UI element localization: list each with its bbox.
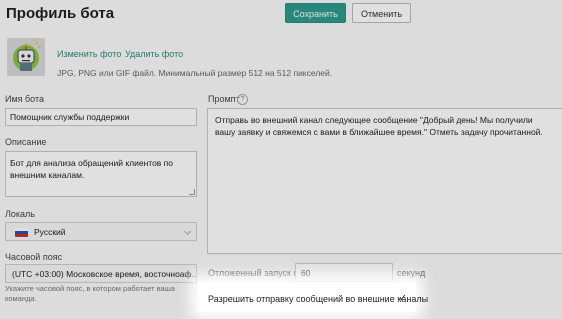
locale-value: Русский: [34, 227, 66, 237]
name-input[interactable]: Помощник службы поддержки: [5, 108, 197, 126]
resize-handle-icon[interactable]: [189, 189, 195, 195]
external-channels-label: Разрешить отправку сообщений во внешние …: [208, 294, 429, 304]
delay-unit: секунд: [397, 268, 426, 278]
external-channels-checkbox[interactable]: ✓: [398, 294, 408, 304]
description-label: Описание: [5, 137, 47, 147]
prompt-label: Промпт: [208, 94, 240, 104]
delay-input[interactable]: 60: [295, 263, 393, 282]
timezone-value: (UTC +03:00) Московское время, восточноа…: [12, 269, 197, 279]
name-label: Имя бота: [5, 94, 45, 104]
page-title: Профиль бота: [6, 5, 115, 22]
description-textarea[interactable]: Бот для анализа обращений клиентов по вн…: [5, 151, 197, 197]
locale-select[interactable]: Русский: [5, 222, 197, 241]
change-photo-link[interactable]: Изменить фото: [57, 49, 121, 59]
save-button[interactable]: Сохранить: [285, 3, 346, 23]
timezone-hint: Укажите часовой пояс, в котором работает…: [5, 284, 175, 303]
name-input-value: Помощник службы поддержки: [10, 112, 130, 122]
photo-hint: JPG, PNG или GIF файл. Минимальный разме…: [57, 68, 333, 78]
timezone-label: Часовой пояс: [5, 252, 63, 262]
locale-label: Локаль: [5, 209, 35, 219]
prompt-value: Отправь во внешний канал следующее сообщ…: [215, 115, 543, 137]
delay-value: 60: [301, 268, 311, 278]
description-value: Бот для анализа обращений клиентов по вн…: [10, 158, 174, 180]
help-circle-icon[interactable]: ?: [237, 94, 248, 105]
delete-photo-link[interactable]: Удалить фото: [125, 49, 183, 59]
chevron-down-icon: [183, 227, 192, 236]
cancel-button[interactable]: Отменить: [352, 3, 411, 23]
russia-flag-icon: [15, 228, 28, 237]
timezone-select[interactable]: (UTC +03:00) Московское время, восточноа…: [5, 264, 197, 283]
robot-avatar-icon[interactable]: [7, 38, 45, 76]
delay-label: Отложенный запуск на: [208, 268, 304, 278]
prompt-textarea[interactable]: Отправь во внешний канал следующее сообщ…: [207, 108, 562, 254]
